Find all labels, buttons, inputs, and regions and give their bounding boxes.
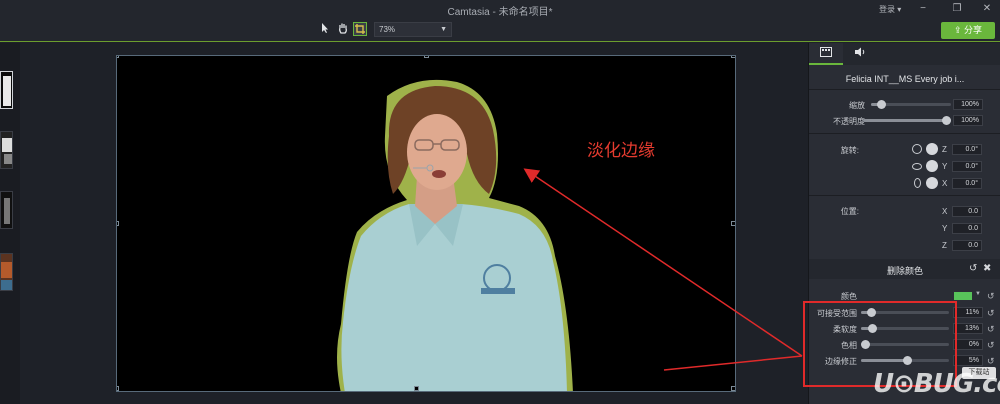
- resize-handle[interactable]: [117, 386, 119, 391]
- scale-slider-knob[interactable]: [876, 100, 886, 109]
- position-x-value[interactable]: 0.0: [952, 206, 982, 217]
- zoom-value: 73%: [379, 25, 396, 34]
- divider: [809, 133, 1000, 134]
- presenter-clip[interactable]: [117, 56, 736, 392]
- opacity-label: 不透明度: [833, 117, 865, 126]
- rotation-x-axis: X: [942, 179, 948, 188]
- minimize-icon[interactable]: −: [916, 2, 930, 15]
- rotate-x-knob-icon[interactable]: [926, 177, 938, 189]
- softness-value[interactable]: 13%: [953, 323, 983, 334]
- canvas-toolbar: 73% ▼: [0, 18, 1000, 42]
- reset-icon[interactable]: ↺: [987, 356, 995, 367]
- properties-tabs: [809, 43, 1000, 65]
- rotation-x-value[interactable]: 0.0°: [952, 178, 982, 189]
- rotation-z-axis: Z: [942, 145, 947, 154]
- media-thumbnail[interactable]: [0, 71, 13, 109]
- resize-handle[interactable]: [117, 56, 119, 58]
- tolerance-value[interactable]: 11%: [953, 307, 983, 318]
- remove-effect-icon[interactable]: ✖: [983, 263, 991, 274]
- media-thumbnail[interactable]: [0, 191, 13, 229]
- zoom-select[interactable]: 73% ▼: [374, 22, 452, 37]
- opacity-slider[interactable]: [863, 116, 951, 125]
- resize-handle[interactable]: [117, 221, 119, 226]
- hand-icon[interactable]: [336, 22, 350, 36]
- position-y-value[interactable]: 0.0: [952, 223, 982, 234]
- remove-color-header: 删除颜色 ↺ ✖: [809, 259, 1000, 279]
- color-picker[interactable]: [953, 291, 973, 301]
- maximize-icon[interactable]: ❐: [950, 2, 964, 15]
- divider: [809, 195, 1000, 196]
- reset-icon[interactable]: ↺: [969, 263, 977, 274]
- rotate-x-icon[interactable]: [914, 178, 921, 188]
- reset-icon[interactable]: ↺: [987, 324, 995, 335]
- share-icon: ⇪: [953, 25, 965, 35]
- reset-icon[interactable]: ↺: [987, 308, 995, 319]
- defringe-value[interactable]: 5%: [953, 355, 983, 366]
- position-label: 位置:: [840, 207, 859, 216]
- camtasia-window: Camtasia - 未命名项目* 登录 ▾ − ❐ ✕ 73% ▼ ⇪ 分享: [0, 0, 1000, 404]
- reset-icon[interactable]: ↺: [987, 291, 995, 302]
- canvas-area[interactable]: [20, 43, 807, 404]
- media-title: Felicia INT__MS Every job i...: [809, 68, 1000, 90]
- scale-value[interactable]: 100%: [953, 99, 983, 110]
- resize-handle[interactable]: [731, 221, 735, 226]
- chevron-down-icon[interactable]: ▼: [975, 291, 981, 297]
- resize-handle[interactable]: [414, 386, 419, 391]
- rotate-z-knob-icon[interactable]: [926, 143, 938, 155]
- title-bar: Camtasia - 未命名项目* 登录 ▾ − ❐ ✕: [0, 0, 1000, 18]
- reset-icon[interactable]: ↺: [987, 340, 995, 351]
- visual-properties-icon[interactable]: [809, 43, 843, 65]
- position-x-axis: X: [942, 207, 948, 216]
- media-thumbnail[interactable]: [0, 253, 13, 291]
- rotate-z-icon[interactable]: [912, 144, 922, 154]
- watermark-badge: 下载站: [962, 367, 996, 379]
- rotate-y-icon[interactable]: [912, 163, 922, 170]
- position-y-axis: Y: [942, 224, 948, 233]
- opacity-slider-fill: [863, 119, 951, 122]
- rotation-y-axis: Y: [942, 162, 948, 171]
- resize-handle[interactable]: [424, 56, 429, 58]
- position-z-axis: Z: [942, 241, 947, 250]
- crop-icon[interactable]: [353, 22, 367, 36]
- opacity-slider-knob[interactable]: [942, 116, 951, 125]
- window-title: Camtasia - 未命名项目*: [447, 7, 553, 18]
- pointer-icon[interactable]: [318, 22, 332, 36]
- media-thumbnail[interactable]: [0, 131, 13, 169]
- rotation-y-value[interactable]: 0.0°: [952, 161, 982, 172]
- opacity-value[interactable]: 100%: [953, 115, 983, 126]
- login-button[interactable]: 登录 ▾: [879, 4, 901, 15]
- rotation-z-value[interactable]: 0.0°: [952, 144, 982, 155]
- position-z-value[interactable]: 0.0: [952, 240, 982, 251]
- scale-label: 缩放: [849, 101, 865, 110]
- annotation-label: 淡化边缘: [587, 141, 655, 161]
- close-icon[interactable]: ✕: [980, 2, 994, 15]
- resize-handle[interactable]: [731, 386, 735, 391]
- rotation-label: 旋转:: [840, 146, 859, 155]
- watermark: U⊙BUG.com 下载站: [850, 367, 1000, 404]
- video-preview[interactable]: [116, 55, 736, 392]
- hue-value[interactable]: 0%: [953, 339, 983, 350]
- resize-handle[interactable]: [731, 56, 735, 58]
- scale-slider[interactable]: [871, 100, 951, 109]
- chevron-down-icon: ▼: [440, 26, 447, 33]
- share-label: 分享: [964, 25, 983, 35]
- audio-icon[interactable]: [843, 43, 877, 65]
- share-button[interactable]: ⇪ 分享: [941, 22, 995, 39]
- media-bin: [0, 43, 20, 404]
- rotate-y-knob-icon[interactable]: [926, 160, 938, 172]
